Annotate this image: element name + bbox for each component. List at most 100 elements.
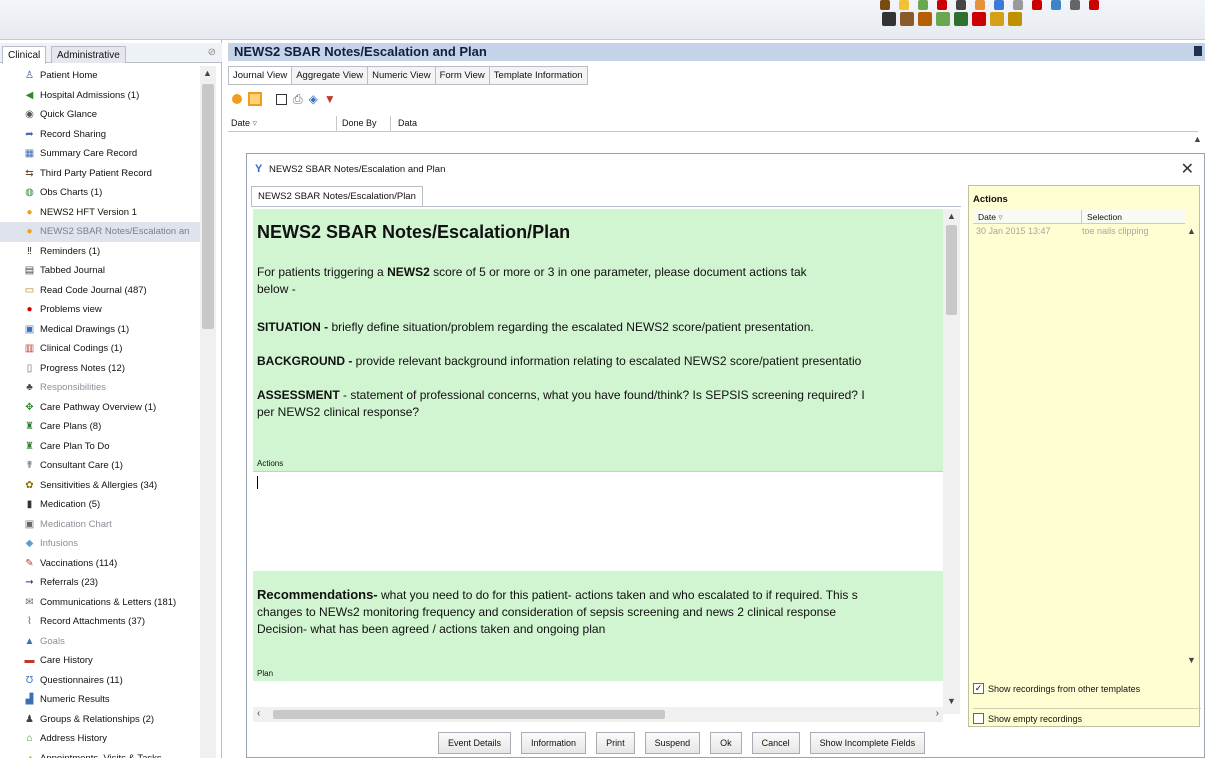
toolbar-icon[interactable] bbox=[937, 0, 947, 10]
panel-options-icon[interactable] bbox=[1194, 46, 1202, 56]
toolbar-icon[interactable] bbox=[899, 0, 909, 10]
sidebar-item[interactable]: ◆ Infusions bbox=[0, 534, 200, 554]
toolbar-icon[interactable] bbox=[882, 12, 896, 26]
show-empty-recordings-checkbox[interactable] bbox=[973, 713, 984, 724]
scroll-left-icon[interactable]: ‹ bbox=[257, 708, 260, 719]
toolbar-icon[interactable] bbox=[918, 12, 932, 26]
scroll-down-icon[interactable]: ▼ bbox=[1187, 655, 1196, 665]
sidebar-item[interactable]: ➦ Record Sharing bbox=[0, 125, 200, 145]
filter-icon[interactable]: ▿ bbox=[253, 118, 258, 128]
column-done-by[interactable]: Done By bbox=[342, 118, 377, 128]
sidebar-item[interactable]: ▮ Medication (5) bbox=[0, 495, 200, 515]
sidebar-item[interactable]: ⇆ Third Party Patient Record bbox=[0, 164, 200, 184]
sidebar-item[interactable]: ▤ Tabbed Journal bbox=[0, 261, 200, 281]
sidebar-item[interactable]: ▯ Progress Notes (12) bbox=[0, 359, 200, 379]
print-icon[interactable]: ⎙ bbox=[293, 92, 303, 107]
toolbar-icon[interactable] bbox=[1070, 0, 1080, 10]
sidebar-item[interactable]: ⌂ Address History bbox=[0, 729, 200, 749]
sidebar-item[interactable]: ◔ Appointments, Visits & Tasks bbox=[0, 749, 200, 758]
orange-square-icon[interactable] bbox=[248, 92, 262, 106]
sidebar-item[interactable]: ◉ Quick Glance bbox=[0, 105, 200, 125]
tab-administrative[interactable]: Administrative bbox=[51, 46, 126, 63]
tab-clinical[interactable]: Clinical bbox=[2, 46, 47, 64]
scroll-up-icon[interactable]: ▲ bbox=[947, 211, 956, 221]
tab-form-view[interactable]: Form View bbox=[434, 66, 490, 85]
scroll-right-icon[interactable]: › bbox=[936, 708, 939, 719]
scrollbar-thumb[interactable] bbox=[202, 84, 214, 329]
sidebar-item[interactable]: ▲ Goals bbox=[0, 632, 200, 652]
sidebar-item[interactable]: ▟ Numeric Results bbox=[0, 690, 200, 710]
toolbar-icon[interactable] bbox=[1032, 0, 1042, 10]
gift-icon[interactable]: ▼ bbox=[324, 92, 336, 106]
actions-text-field[interactable] bbox=[253, 471, 943, 571]
blank-page-icon[interactable] bbox=[276, 93, 287, 105]
sidebar-item[interactable]: ◀ Hospital Admissions (1) bbox=[0, 86, 200, 106]
sidebar-item[interactable]: ◍ Obs Charts (1) bbox=[0, 183, 200, 203]
sidebar-item[interactable]: ● Problems view bbox=[0, 300, 200, 320]
close-icon[interactable]: ✕ bbox=[1181, 159, 1194, 179]
sidebar-item[interactable]: Ʊ Questionnaires (11) bbox=[0, 671, 200, 691]
column-data[interactable]: Data bbox=[398, 118, 417, 128]
tab-journal-view[interactable]: Journal View bbox=[228, 66, 293, 85]
navigation-scrollbar[interactable]: ▲ bbox=[200, 66, 216, 758]
suspend-button[interactable]: Suspend bbox=[644, 732, 701, 754]
sidebar-item[interactable]: ✿ Sensitivities & Allergies (34) bbox=[0, 476, 200, 496]
sidebar-item[interactable]: ✥ Care Pathway Overview (1) bbox=[0, 398, 200, 418]
sidebar-item[interactable]: ▥ Clinical Codings (1) bbox=[0, 339, 200, 359]
sidebar-item[interactable]: ♙ Patient Home bbox=[0, 66, 200, 86]
information-button[interactable]: Information bbox=[521, 732, 587, 754]
column-date[interactable]: Date ▿ bbox=[231, 118, 257, 129]
toolbar-icon[interactable] bbox=[900, 12, 914, 26]
toolbar-icon[interactable] bbox=[994, 0, 1004, 10]
sidebar-item[interactable]: ‼ Reminders (1) bbox=[0, 242, 200, 262]
toolbar-icon[interactable] bbox=[1089, 0, 1099, 10]
table-row[interactable]: 30 Jan 2015 13:47 toe nails clipping bbox=[973, 226, 1185, 239]
scroll-up-icon[interactable]: ▲ bbox=[203, 68, 212, 78]
toolbar-icon[interactable] bbox=[972, 12, 986, 26]
sidebar-item[interactable]: ♟ Groups & Relationships (2) bbox=[0, 710, 200, 730]
scroll-down-icon[interactable]: ▼ bbox=[947, 696, 956, 706]
tab-numeric-view[interactable]: Numeric View bbox=[367, 66, 436, 85]
show-other-templates-checkbox[interactable]: ✓ bbox=[973, 683, 984, 694]
cancel-button[interactable]: Cancel bbox=[751, 732, 800, 754]
sidebar-item[interactable]: ✉ Communications & Letters (181) bbox=[0, 593, 200, 613]
toolbar-icon[interactable] bbox=[990, 12, 1004, 26]
toolbar-icon[interactable] bbox=[918, 0, 928, 10]
form-vertical-scrollbar[interactable]: ▲ ▼ bbox=[943, 209, 960, 714]
tab-aggregate-view[interactable]: Aggregate View bbox=[291, 66, 369, 85]
sidebar-item[interactable]: ➞ Referrals (23) bbox=[0, 573, 200, 593]
sidebar-item[interactable]: ⌇ Record Attachments (37) bbox=[0, 612, 200, 632]
sidebar-item[interactable]: ● NEWS2 SBAR Notes/Escalation an bbox=[0, 222, 200, 242]
side-panel-scrollbar[interactable]: ▲ ▼ bbox=[1185, 224, 1198, 674]
sidebar-item[interactable]: ♣ Responsibilities bbox=[0, 378, 200, 398]
pin-icon[interactable]: ⊘ bbox=[208, 47, 216, 58]
tab-template-information[interactable]: Template Information bbox=[488, 66, 588, 85]
sidebar-item[interactable]: ♜ Care Plan To Do bbox=[0, 437, 200, 457]
show-incomplete-fields-button[interactable]: Show Incomplete Fields bbox=[809, 732, 926, 754]
sidebar-item[interactable]: ▣ Medication Chart bbox=[0, 515, 200, 535]
toolbar-icon[interactable] bbox=[936, 12, 950, 26]
toolbar-icon[interactable] bbox=[954, 12, 968, 26]
toolbar-icon[interactable] bbox=[1008, 12, 1022, 26]
sidebar-item[interactable]: ▭ Read Code Journal (487) bbox=[0, 281, 200, 301]
toolbar-icon[interactable] bbox=[880, 0, 890, 10]
sidebar-item[interactable]: ✎ Vaccinations (114) bbox=[0, 554, 200, 574]
scroll-up-icon[interactable]: ▲ bbox=[1193, 134, 1202, 144]
scrollbar-thumb[interactable] bbox=[946, 225, 957, 315]
print-button[interactable]: Print bbox=[596, 732, 635, 754]
toolbar-icon[interactable] bbox=[956, 0, 966, 10]
event-details-button[interactable]: Event Details bbox=[438, 732, 512, 754]
sidebar-item[interactable]: ▦ Summary Care Record bbox=[0, 144, 200, 164]
form-horizontal-scrollbar[interactable]: ‹ › bbox=[253, 707, 943, 722]
scrollbar-thumb[interactable] bbox=[273, 710, 665, 719]
orange-dot-icon[interactable] bbox=[232, 94, 242, 104]
tab-sbar-form[interactable]: NEWS2 SBAR Notes/Escalation/Plan bbox=[251, 186, 423, 206]
sidebar-item[interactable]: ☤ Consultant Care (1) bbox=[0, 456, 200, 476]
toolbar-icon[interactable] bbox=[1013, 0, 1023, 10]
view-icon[interactable]: ◈ bbox=[309, 92, 318, 106]
sidebar-item[interactable]: ● NEWS2 HFT Version 1 bbox=[0, 203, 200, 223]
column-date[interactable]: Date ▿ bbox=[978, 212, 1003, 223]
toolbar-icon[interactable] bbox=[975, 0, 985, 10]
sidebar-item[interactable]: ♜ Care Plans (8) bbox=[0, 417, 200, 437]
sidebar-item[interactable]: ▬ Care History bbox=[0, 651, 200, 671]
